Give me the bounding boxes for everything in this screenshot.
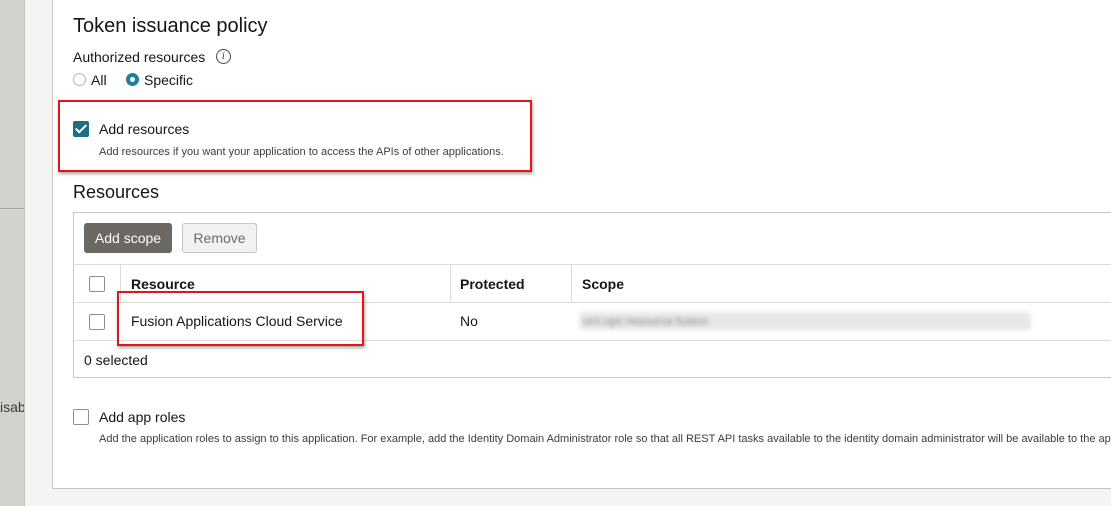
column-separator <box>571 265 572 302</box>
column-header-resource[interactable]: Resource <box>131 276 195 292</box>
row-scope-value-redacted: urn:opc:resource:fusion <box>579 312 1031 330</box>
add-scope-button[interactable]: Add scope <box>84 223 172 253</box>
radio-specific-label[interactable]: Specific <box>144 72 193 88</box>
highlight-box-resource <box>117 291 364 346</box>
authorized-resources-label: Authorized resources <box>73 49 206 65</box>
sidebar-clipped-text: isab <box>0 399 24 415</box>
add-app-roles-label[interactable]: Add app roles <box>99 409 185 425</box>
select-all-checkbox[interactable] <box>89 276 105 292</box>
add-app-roles-checkbox[interactable] <box>73 409 89 425</box>
selected-count: 0 selected <box>84 352 148 368</box>
column-header-scope[interactable]: Scope <box>582 276 624 292</box>
remove-button[interactable]: Remove <box>182 223 257 253</box>
info-icon[interactable]: i <box>216 49 231 64</box>
row-scope-text: urn:opc:resource:fusion <box>583 314 709 328</box>
radio-specific[interactable] <box>126 73 139 86</box>
add-app-roles-description: Add the application roles to assign to t… <box>99 433 1111 445</box>
highlight-box-add-resources <box>58 100 532 172</box>
sidebar-divider <box>0 208 24 209</box>
radio-all-label[interactable]: All <box>91 72 107 88</box>
row-protected-value: No <box>460 313 478 329</box>
token-issuance-panel: Token issuance policy Authorized resourc… <box>52 0 1111 489</box>
resources-title: Resources <box>73 182 160 202</box>
left-sidebar-strip: isab <box>0 0 25 506</box>
radio-all[interactable] <box>73 73 86 86</box>
column-separator <box>450 265 451 302</box>
row-select-checkbox[interactable] <box>89 314 105 330</box>
token-policy-title: Token issuance policy <box>73 15 268 37</box>
column-header-protected[interactable]: Protected <box>460 276 525 292</box>
